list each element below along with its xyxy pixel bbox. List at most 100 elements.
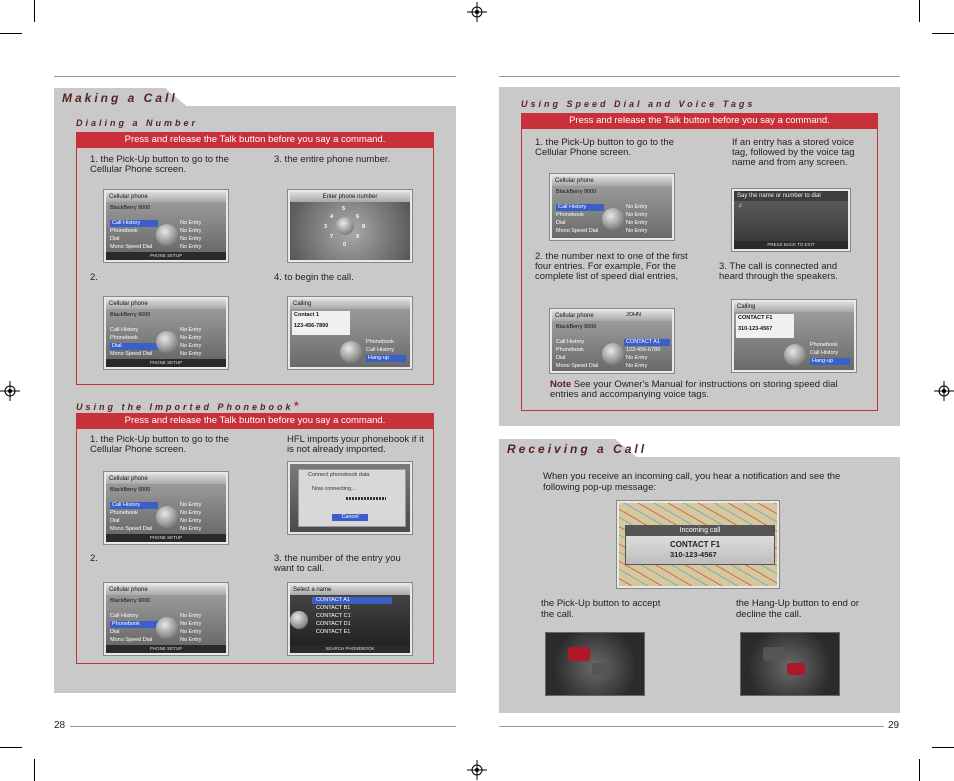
screen-footer: PHONE SETUP bbox=[106, 534, 226, 542]
selector-knob-icon bbox=[156, 506, 178, 528]
subsection-title-dialing: Dialing a Number bbox=[76, 118, 199, 128]
cellular-phone-screen: Cellular phone BlackBerry 9000 Call Hist… bbox=[550, 174, 674, 240]
screen-footer: PHONE SETUP bbox=[106, 359, 226, 367]
enter-number-screen: Enter phone number 5 4 6 3 8 7 9 0 bbox=[288, 190, 412, 262]
contact-name: Contact 1 bbox=[294, 312, 320, 318]
page-rule bbox=[70, 726, 456, 727]
contact-row: CONTACT C1 bbox=[316, 613, 351, 619]
keypad-key: 0 bbox=[343, 242, 347, 248]
dial-step-1: 1. the Pick-Up button to go to the Cellu… bbox=[90, 154, 229, 175]
phonebook-step-1: 1. the Pick-Up button to go to the Cellu… bbox=[90, 434, 229, 455]
popup-number: 310-123-4567 bbox=[670, 550, 717, 559]
menu-item: Mono Speed Dial bbox=[110, 351, 153, 357]
screen-header: Calling bbox=[734, 302, 854, 312]
registration-mark-icon bbox=[934, 381, 954, 401]
screen-footer: PRESS BACK TO EXIT bbox=[734, 241, 848, 249]
microphone-icon: ♫ bbox=[738, 203, 743, 209]
talk-button-banner: Press and release the Talk button before… bbox=[76, 413, 434, 429]
entry: No Entry bbox=[180, 236, 202, 242]
contact-name: CONTACT F1 bbox=[738, 315, 773, 321]
cellular-phone-screen: Cellular phone BlackBerry 9000 Call Hist… bbox=[104, 190, 228, 262]
cellular-phone-screen: Cellular phone BlackBerry 9000 Call Hist… bbox=[104, 297, 228, 369]
entry: No Entry bbox=[180, 327, 202, 333]
screen-header: Say the name or number to dial bbox=[734, 191, 848, 201]
entry: No Entry bbox=[180, 220, 202, 226]
keypad-key: 9 bbox=[356, 234, 360, 240]
menu-item: Phonebook bbox=[110, 228, 138, 234]
entry: No Entry bbox=[180, 518, 202, 524]
page-rule bbox=[499, 76, 900, 77]
section-title-making-call: Making a Call bbox=[62, 91, 178, 105]
speed-step-3: 3. The call is connected and heard throu… bbox=[719, 261, 838, 282]
hangup-button-icon bbox=[787, 663, 805, 675]
progress-bar bbox=[346, 497, 386, 500]
keypad-key: 8 bbox=[362, 224, 366, 230]
call-option: Hang-up bbox=[366, 355, 406, 362]
accept-call-text: the Pick-Up button to accept the call. bbox=[541, 598, 661, 620]
menu-item: Phonebook bbox=[110, 335, 138, 341]
crop-mark bbox=[0, 747, 22, 748]
menu-item: Call History bbox=[556, 204, 604, 211]
screen-footer: PHONE SETUP bbox=[106, 252, 226, 260]
screen-header: Cellular phone bbox=[106, 585, 226, 595]
entry: No Entry bbox=[626, 204, 648, 210]
dial-step-3: 3. the entire phone number. bbox=[274, 154, 391, 165]
contact-number: 123-456-7890 bbox=[294, 323, 329, 329]
selector-knob-icon bbox=[602, 343, 624, 365]
crop-mark bbox=[932, 33, 954, 34]
entry: No Entry bbox=[180, 621, 202, 627]
voice-prompt-screen: Say the name or number to dial ♫ PRESS B… bbox=[732, 189, 850, 251]
page-rule bbox=[54, 76, 456, 77]
calling-screen: Calling Contact 1 123-456-7890 Phonebook… bbox=[288, 297, 412, 369]
section-title-receiving-call: Receiving a Call bbox=[507, 442, 648, 456]
contact-number: 310-123-4567 bbox=[738, 326, 773, 332]
crop-mark bbox=[34, 759, 35, 781]
calling-screen: Calling CONTACT F1 310-123-4567 Phoneboo… bbox=[732, 300, 856, 372]
entry: No Entry bbox=[180, 343, 202, 349]
menu-item: Phonebook bbox=[110, 510, 138, 516]
menu-item: Call History bbox=[110, 327, 139, 333]
menu-item: Dial bbox=[110, 236, 120, 242]
entry: No Entry bbox=[626, 228, 648, 234]
menu-item: Phonebook bbox=[110, 621, 158, 628]
page-rule bbox=[499, 726, 884, 727]
menu-item: Mono Speed Dial bbox=[110, 526, 153, 532]
keypad-key: 6 bbox=[356, 214, 360, 220]
entry: No Entry bbox=[626, 355, 648, 361]
entry: No Entry bbox=[180, 244, 202, 250]
crop-mark bbox=[34, 0, 35, 22]
screen-footer: SEARCH PHONEBOOK bbox=[290, 645, 410, 653]
entry: No Entry bbox=[180, 228, 202, 234]
call-option: Phonebook bbox=[810, 342, 838, 348]
call-option: Phonebook bbox=[366, 339, 394, 345]
screen-header: Cellular phone bbox=[106, 192, 226, 202]
incoming-call-screen: Incoming call CONTACT F1 310-123-4567 bbox=[617, 501, 779, 588]
entry: No Entry bbox=[180, 629, 202, 635]
menu-item: Mono Speed Dial bbox=[110, 244, 153, 250]
hangup-button-photo bbox=[740, 632, 840, 696]
contact-row: CONTACT E1 bbox=[316, 629, 351, 635]
registration-mark-icon bbox=[0, 381, 20, 401]
pickup-button-icon bbox=[568, 647, 590, 661]
selector-knob-icon bbox=[156, 617, 178, 639]
asterisk-mark: * bbox=[293, 399, 302, 413]
keypad-key: 5 bbox=[342, 206, 346, 212]
call-option: Call History bbox=[366, 347, 395, 353]
keypad-key: 3 bbox=[324, 224, 328, 230]
menu-item: Call History bbox=[110, 502, 158, 509]
device-name: BlackBerry 9000 bbox=[110, 487, 151, 493]
menu-item: Call History bbox=[556, 339, 585, 345]
speed-step-1: 1. the Pick-Up button to go to the Cellu… bbox=[535, 137, 674, 158]
menu-item: Mono Speed Dial bbox=[556, 363, 599, 369]
device-name: BlackBerry 9000 bbox=[556, 324, 597, 330]
entry: CONTACT A1 bbox=[624, 339, 670, 346]
screen-header: Calling bbox=[290, 299, 410, 309]
slot-name: JOHN bbox=[626, 312, 641, 318]
selector-knob-icon bbox=[336, 217, 354, 235]
registration-mark-icon bbox=[467, 760, 487, 780]
entry: No Entry bbox=[626, 212, 648, 218]
speed-step-2: 2. the number next to one of the first f… bbox=[535, 251, 688, 282]
entry: No Entry bbox=[180, 613, 202, 619]
entry: No Entry bbox=[180, 526, 202, 532]
device-name: BlackBerry 9000 bbox=[110, 598, 151, 604]
